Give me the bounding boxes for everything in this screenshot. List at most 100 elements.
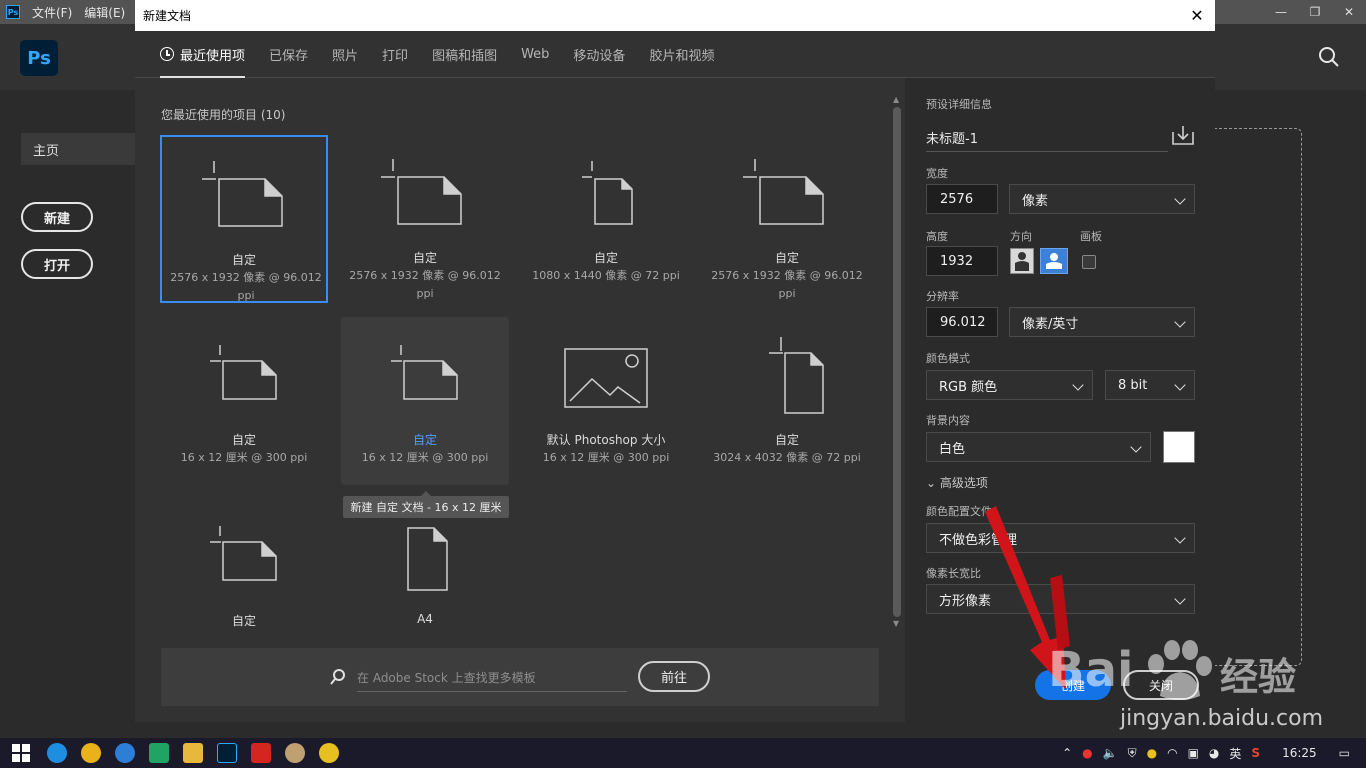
color-mode-select[interactable]: RGB 颜色	[926, 370, 1093, 400]
dialog-titlebar: 新建文档 ✕	[135, 0, 1215, 31]
menu-file[interactable]: 文件(F)	[32, 4, 72, 21]
sogou-icon[interactable]: S	[1251, 746, 1260, 760]
system-tray: ⌃ ● 🔈 ⛨ ● ◠ ▣ ◕ 英 S 16:25 ▭	[1062, 738, 1366, 768]
dialog-close-icon[interactable]: ✕	[1187, 5, 1207, 25]
printer-icon[interactable]: ▣	[1188, 746, 1199, 760]
browser-icon[interactable]	[115, 743, 135, 763]
scroll-down-icon[interactable]: ▼	[893, 619, 899, 628]
doc-landscape-icon	[210, 526, 277, 581]
ime-indicator[interactable]: 英	[1229, 745, 1241, 762]
preset-card[interactable]: A4	[341, 498, 509, 638]
preset-scrollbar[interactable]: ▲ ▼	[890, 93, 904, 631]
resolution-input[interactable]: 96.012	[926, 307, 998, 337]
preset-tabs: 最近使用项 已保存 照片 打印 图稿和插图 Web 移动设备 胶片和视频	[135, 31, 1215, 78]
chevron-down-icon	[1174, 593, 1186, 605]
open-button[interactable]: 打开	[21, 249, 93, 279]
volume-icon[interactable]: 🔈	[1103, 746, 1118, 760]
restore-icon[interactable]: ❐	[1298, 0, 1332, 24]
sheets-icon[interactable]	[149, 743, 169, 763]
tray-app-icon[interactable]: ●	[1147, 746, 1157, 760]
preset-card[interactable]: 自定 3024 x 4032 像素 @ 72 ppi	[703, 317, 871, 485]
preset-details-panel: 预设详细信息 未标题-1 宽度 2576 像素 高度 方向 画板 1932 分辨…	[905, 78, 1215, 722]
chrome-icon[interactable]	[81, 743, 101, 763]
scroll-up-icon[interactable]: ▲	[893, 95, 899, 104]
ie-icon[interactable]	[47, 743, 67, 763]
folder-icon[interactable]	[183, 743, 203, 763]
close-window-icon[interactable]: ✕	[1332, 0, 1366, 24]
network-icon[interactable]: ◠	[1167, 746, 1177, 760]
new-button[interactable]: 新建	[21, 202, 93, 232]
artboard-label: 画板	[1080, 230, 1102, 243]
menu-edit[interactable]: 编辑(E)	[84, 4, 125, 21]
doc-portrait-icon	[769, 337, 824, 414]
color-mode-label: 颜色模式	[926, 352, 970, 365]
acrobat-icon[interactable]	[251, 743, 271, 763]
app2-icon[interactable]	[319, 743, 339, 763]
orientation-label: 方向	[1010, 230, 1032, 243]
drop-zone	[1214, 128, 1302, 666]
goto-button[interactable]: 前往	[638, 661, 710, 692]
preset-card[interactable]: 自定 2576 x 1932 像素 @ 96.012 ppi	[341, 135, 509, 303]
home-tab[interactable]: 主页	[21, 133, 135, 165]
preset-card[interactable]: 自定	[160, 498, 328, 638]
doc-landscape-icon	[743, 159, 824, 225]
scroll-thumb[interactable]	[893, 107, 901, 617]
landscape-orientation-button[interactable]	[1040, 248, 1068, 274]
tab-photo[interactable]: 照片	[332, 31, 358, 78]
qq-icon[interactable]: ◕	[1209, 746, 1219, 760]
tab-film[interactable]: 胶片和视频	[649, 31, 714, 78]
baidu-watermark: Bai 经验 jingyan.baidu.com	[1030, 640, 1350, 740]
tab-art[interactable]: 图稿和插图	[432, 31, 497, 78]
portrait-person-icon	[1015, 252, 1029, 271]
minimize-icon[interactable]: —	[1264, 0, 1298, 24]
advanced-options-toggle[interactable]: ⌄ 高级选项	[926, 474, 988, 491]
artboard-checkbox[interactable]	[1082, 255, 1096, 269]
app-icon[interactable]	[285, 743, 305, 763]
windows-start-icon[interactable]	[12, 744, 30, 762]
resolution-label: 分辨率	[926, 290, 959, 303]
background-color-swatch[interactable]	[1163, 431, 1195, 463]
preset-card[interactable]: 自定 2576 x 1932 像素 @ 96.012 ppi	[160, 135, 328, 303]
pixel-aspect-select[interactable]: 方形像素	[926, 584, 1195, 614]
doc-landscape-icon	[202, 161, 283, 227]
chevron-down-icon	[1072, 379, 1084, 391]
shield-icon[interactable]: ⛨	[1128, 746, 1137, 761]
chevron-down-icon	[1174, 532, 1186, 544]
doc-portrait-icon	[582, 161, 633, 225]
tab-mobile[interactable]: 移动设备	[573, 31, 625, 78]
width-unit-select[interactable]: 像素	[1009, 184, 1195, 214]
preset-card[interactable]: 默认 Photoshop 大小 16 x 12 厘米 @ 300 ppi	[522, 317, 690, 485]
doc-landscape-icon	[391, 345, 458, 400]
height-input[interactable]: 1932	[926, 246, 998, 276]
photoshop-taskbar-icon[interactable]	[217, 743, 237, 763]
resolution-unit-select[interactable]: 像素/英寸	[1009, 307, 1195, 337]
portrait-orientation-button[interactable]	[1010, 248, 1034, 274]
dialog-title: 新建文档	[143, 9, 192, 23]
security-icon[interactable]: ●	[1082, 746, 1092, 760]
photoshop-logo: Ps	[20, 40, 58, 76]
preset-tooltip: 新建 自定 文档 - 16 x 12 厘米	[343, 491, 509, 518]
search-icon[interactable]	[1318, 46, 1340, 68]
ps-mini-icon: Ps	[6, 5, 20, 19]
bit-depth-select[interactable]: 8 bit	[1105, 370, 1195, 400]
document-name-input[interactable]: 未标题-1	[926, 124, 1168, 152]
notification-icon[interactable]: ▭	[1339, 746, 1350, 760]
background-select[interactable]: 白色	[926, 432, 1151, 462]
preset-card[interactable]: 自定 2576 x 1932 像素 @ 96.012 ppi	[703, 135, 871, 303]
taskbar-clock: 16:25	[1282, 746, 1317, 760]
stock-search-input[interactable]: 在 Adobe Stock 上查找更多模板	[357, 662, 627, 692]
tab-saved[interactable]: 已保存	[269, 31, 308, 78]
tab-recent[interactable]: 最近使用项	[160, 31, 246, 78]
tab-print[interactable]: 打印	[382, 31, 408, 78]
tab-web[interactable]: Web	[521, 31, 549, 78]
chevron-down-icon	[1174, 193, 1186, 205]
width-input[interactable]: 2576	[926, 184, 998, 214]
color-profile-select[interactable]: 不做色彩管理	[926, 523, 1195, 553]
chevron-up-icon[interactable]: ⌃	[1062, 746, 1072, 760]
preset-card[interactable]: 自定 1080 x 1440 像素 @ 72 ppi	[522, 135, 690, 303]
save-preset-icon[interactable]	[1171, 124, 1195, 146]
preset-grid: 自定 2576 x 1932 像素 @ 96.012 ppi 自定 2576 x…	[160, 135, 870, 635]
preset-card[interactable]: 自定 16 x 12 厘米 @ 300 ppi	[341, 317, 509, 485]
doc-landscape-icon	[210, 345, 277, 400]
preset-card[interactable]: 自定 16 x 12 厘米 @ 300 ppi	[160, 317, 328, 485]
